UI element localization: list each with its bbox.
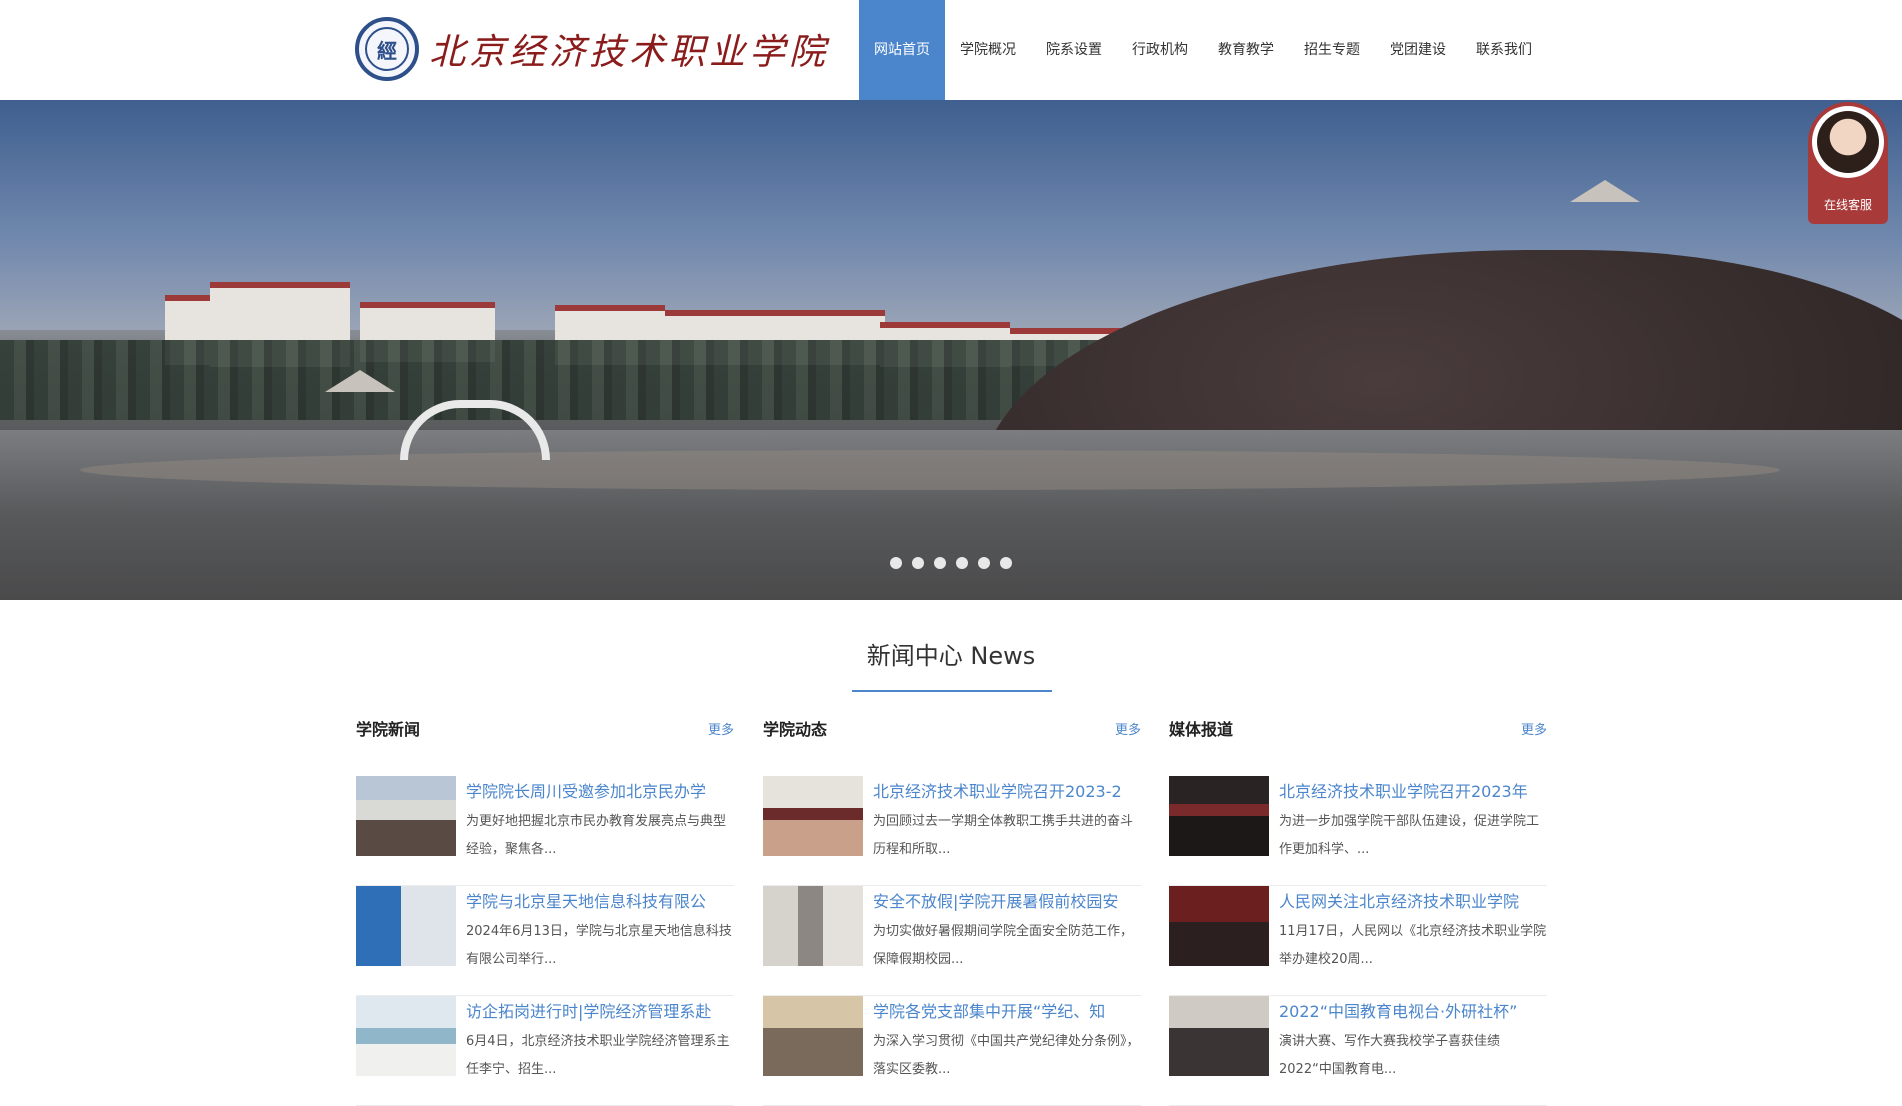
banner-pavilion: [325, 370, 395, 450]
agent-avatar-icon: [1817, 111, 1879, 173]
news-section-title: 新闻中心 News: [866, 642, 1036, 670]
news-thumbnail[interactable]: [763, 886, 863, 966]
carousel-dots: [890, 557, 1012, 569]
news-item-desc: 11月17日，人民网以《北京经济技术职业学院举办建校20周...: [1279, 924, 1547, 967]
news-item-title[interactable]: 2022“中国教育电视台·外研社杯”: [1279, 998, 1547, 1022]
more-link[interactable]: 更多: [1521, 719, 1547, 738]
college-seal-icon: 經: [355, 17, 419, 81]
service-label: 在线客服: [1823, 198, 1872, 212]
news-item-desc: 为深入学习贯彻《中国共产党纪律处分条例》，落实区委教...: [873, 1034, 1140, 1077]
news-item-title[interactable]: 学院院长周川受邀参加北京民办学: [466, 778, 734, 802]
news-column-college-updates: 学院动态 更多 北京经济技术职业学院召开2023-2 为回顾过去一学期全体教职工…: [763, 710, 1141, 1106]
news-item[interactable]: 北京经济技术职业学院召开2023-2 为回顾过去一学期全体教职工携手共进的奋斗历…: [763, 776, 1141, 886]
news-item-desc: 为回顾过去一学期全体教职工携手共进的奋斗历程和所取...: [873, 814, 1134, 857]
news-item[interactable]: 2022“中国教育电视台·外研社杯” 演讲大赛、写作大赛我校学子喜获佳绩2022…: [1169, 996, 1547, 1106]
carousel-dot[interactable]: [978, 557, 990, 569]
nav-item-education[interactable]: 教育教学: [1203, 0, 1289, 100]
news-item-desc: 演讲大赛、写作大赛我校学子喜获佳绩2022“中国教育电...: [1279, 1034, 1501, 1077]
news-item[interactable]: 学院各党支部集中开展“学纪、知 为深入学习贯彻《中国共产党纪律处分条例》，落实区…: [763, 996, 1141, 1106]
carousel-dot[interactable]: [934, 557, 946, 569]
main-nav: 网站首页 学院概况 院系设置 行政机构 教育教学 招生专题 党团建设 联系我们: [859, 0, 1547, 100]
nav-item-party[interactable]: 党团建设: [1375, 0, 1461, 100]
news-thumbnail[interactable]: [763, 776, 863, 856]
news-item[interactable]: 北京经济技术职业学院召开2023年 为进一步加强学院干部队伍建设，促进学院工作更…: [1169, 776, 1547, 886]
news-item-desc: 为更好地把握北京市民办教育发展亮点与典型经验，聚焦各...: [466, 814, 727, 857]
news-item-title[interactable]: 访企拓岗进行时|学院经济管理系赴: [466, 998, 734, 1022]
carousel-dot[interactable]: [956, 557, 968, 569]
nav-item-about[interactable]: 学院概况: [945, 0, 1031, 100]
news-item[interactable]: 访企拓岗进行时|学院经济管理系赴 6月4日，北京经济技术职业学院经济管理系主任李…: [356, 996, 734, 1106]
carousel-dot[interactable]: [912, 557, 924, 569]
news-item-title[interactable]: 安全不放假|学院开展暑假前校园安: [873, 888, 1141, 912]
news-item[interactable]: 人民网关注北京经济技术职业学院 11月17日，人民网以《北京经济技术职业学院举办…: [1169, 886, 1547, 996]
news-item-desc: 为进一步加强学院干部队伍建设，促进学院工作更加科学、...: [1279, 814, 1540, 857]
logo-text: 北京经济技术职业学院: [429, 32, 830, 73]
news-item-title[interactable]: 北京经济技术职业学院召开2023年: [1279, 778, 1547, 802]
nav-item-administration[interactable]: 行政机构: [1117, 0, 1203, 100]
more-link[interactable]: 更多: [1115, 719, 1141, 738]
news-thumbnail[interactable]: [356, 776, 456, 856]
news-item-title[interactable]: 人民网关注北京经济技术职业学院: [1279, 888, 1547, 912]
title-underline: [852, 690, 1052, 692]
hero-banner[interactable]: [0, 100, 1902, 600]
online-service-button[interactable]: 在线客服: [1808, 102, 1888, 224]
nav-item-departments[interactable]: 院系设置: [1031, 0, 1117, 100]
banner-pavilion: [1570, 180, 1640, 260]
site-logo[interactable]: 經 北京经济技术职业学院: [355, 14, 829, 84]
news-item-title[interactable]: 北京经济技术职业学院召开2023-2: [873, 778, 1141, 802]
news-thumbnail[interactable]: [1169, 776, 1269, 856]
column-title: 学院新闻: [356, 720, 421, 739]
column-title: 媒体报道: [1169, 720, 1234, 739]
news-item-title[interactable]: 学院与北京星天地信息科技有限公: [466, 888, 734, 912]
banner-trees: [0, 340, 1100, 420]
news-item[interactable]: 安全不放假|学院开展暑假前校园安 为切实做好暑假期间学院全面安全防范工作，保障假…: [763, 886, 1141, 996]
news-item-desc: 6月4日，北京经济技术职业学院经济管理系主任李宁、招生...: [466, 1034, 730, 1077]
carousel-dot[interactable]: [1000, 557, 1012, 569]
more-link[interactable]: 更多: [708, 719, 734, 738]
service-avatar: [1812, 106, 1884, 178]
nav-item-home[interactable]: 网站首页: [859, 0, 945, 100]
news-column-media-reports: 媒体报道 更多 北京经济技术职业学院召开2023年 为进一步加强学院干部队伍建设…: [1169, 710, 1547, 1106]
column-header: 媒体报道 更多: [1169, 710, 1547, 746]
news-item-desc: 为切实做好暑假期间学院全面安全防范工作，保障假期校园...: [873, 924, 1134, 967]
news-column-college-news: 学院新闻 更多 学院院长周川受邀参加北京民办学 为更好地把握北京市民办教育发展亮…: [356, 710, 734, 1106]
nav-item-admissions[interactable]: 招生专题: [1289, 0, 1375, 100]
news-item-desc: 2024年6月13日，学院与北京星天地信息科技有限公司举行...: [466, 924, 732, 967]
news-thumbnail[interactable]: [1169, 996, 1269, 1076]
news-thumbnail[interactable]: [1169, 886, 1269, 966]
news-item-title[interactable]: 学院各党支部集中开展“学纪、知: [873, 998, 1141, 1022]
site-header: 經 北京经济技术职业学院 网站首页 学院概况 院系设置 行政机构 教育教学 招生…: [0, 0, 1902, 100]
column-title: 学院动态: [763, 720, 828, 739]
column-header: 学院动态 更多: [763, 710, 1141, 746]
news-thumbnail[interactable]: [356, 886, 456, 966]
carousel-dot[interactable]: [890, 557, 902, 569]
news-item[interactable]: 学院院长周川受邀参加北京民办学 为更好地把握北京市民办教育发展亮点与典型经验，聚…: [356, 776, 734, 886]
news-item[interactable]: 学院与北京星天地信息科技有限公 2024年6月13日，学院与北京星天地信息科技有…: [356, 886, 734, 996]
banner-shore: [80, 450, 1780, 490]
news-thumbnail[interactable]: [763, 996, 863, 1076]
nav-item-contact[interactable]: 联系我们: [1461, 0, 1547, 100]
column-header: 学院新闻 更多: [356, 710, 734, 746]
news-thumbnail[interactable]: [356, 996, 456, 1076]
